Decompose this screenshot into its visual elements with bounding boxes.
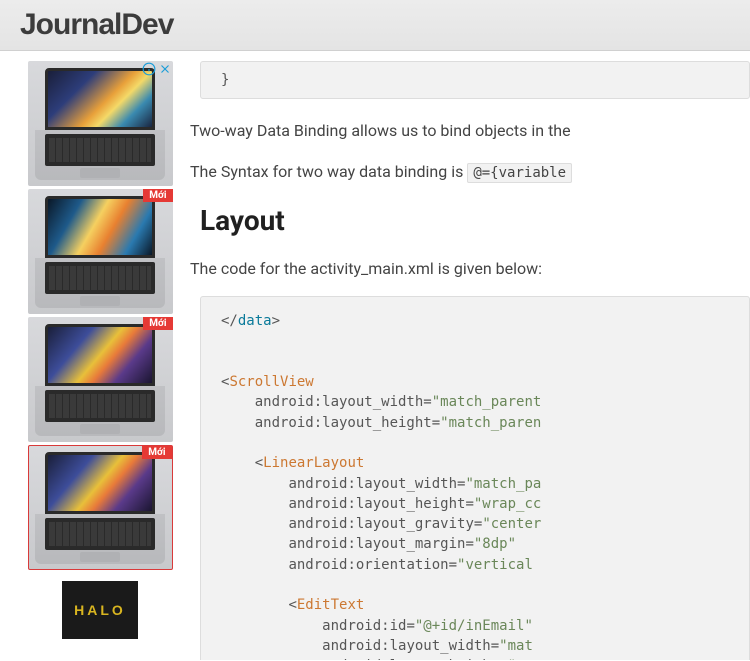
para-text: The Syntax for two way data binding is (190, 162, 467, 181)
code-snippet-small: } (200, 61, 750, 99)
laptop-base (35, 258, 165, 308)
laptop-image (45, 196, 155, 258)
code-text: } (221, 72, 229, 88)
site-header: JournalDev (0, 0, 750, 51)
ad-item[interactable]: Mới (28, 317, 173, 442)
article-main: } Two-way Data Binding allows us to bind… (190, 51, 750, 660)
halo-logo: HALO (74, 602, 126, 618)
halo-ad[interactable]: HALO (62, 581, 138, 639)
section-heading: Layout (200, 204, 750, 237)
paragraph: The Syntax for two way data binding is @… (190, 158, 750, 186)
new-badge: Mới (142, 446, 171, 459)
new-badge: Mới (143, 189, 172, 202)
ad-item[interactable]: Mới (28, 189, 173, 314)
new-badge: Mới (143, 317, 172, 330)
inline-code: @={variable (467, 163, 572, 183)
paragraph: Two-way Data Binding allows us to bind o… (190, 117, 750, 144)
page-content: Mới Mới Mới HALO } Two-way Data Binding … (0, 51, 750, 660)
laptop-image (45, 452, 155, 514)
laptop-image (45, 324, 155, 386)
ad-item[interactable] (28, 61, 173, 186)
para-text: Two-way Data Binding allows us to bind o… (190, 121, 571, 140)
laptop-base (35, 386, 165, 436)
site-logo[interactable]: JournalDev (20, 8, 730, 42)
ad-controls (141, 61, 173, 77)
laptop-base (35, 130, 165, 180)
laptop-base (35, 514, 165, 564)
close-icon[interactable] (158, 62, 172, 76)
ad-item-selected[interactable]: Mới (28, 445, 173, 570)
code-block-xml: </data> <ScrollView android:layout_width… (200, 296, 750, 660)
ad-sidebar: Mới Mới Mới HALO (0, 51, 190, 660)
laptop-image (45, 68, 155, 130)
para-text: The code for the activity_main.xml is gi… (190, 259, 542, 278)
ad-info-icon[interactable] (142, 62, 156, 76)
paragraph: The code for the activity_main.xml is gi… (190, 255, 750, 282)
